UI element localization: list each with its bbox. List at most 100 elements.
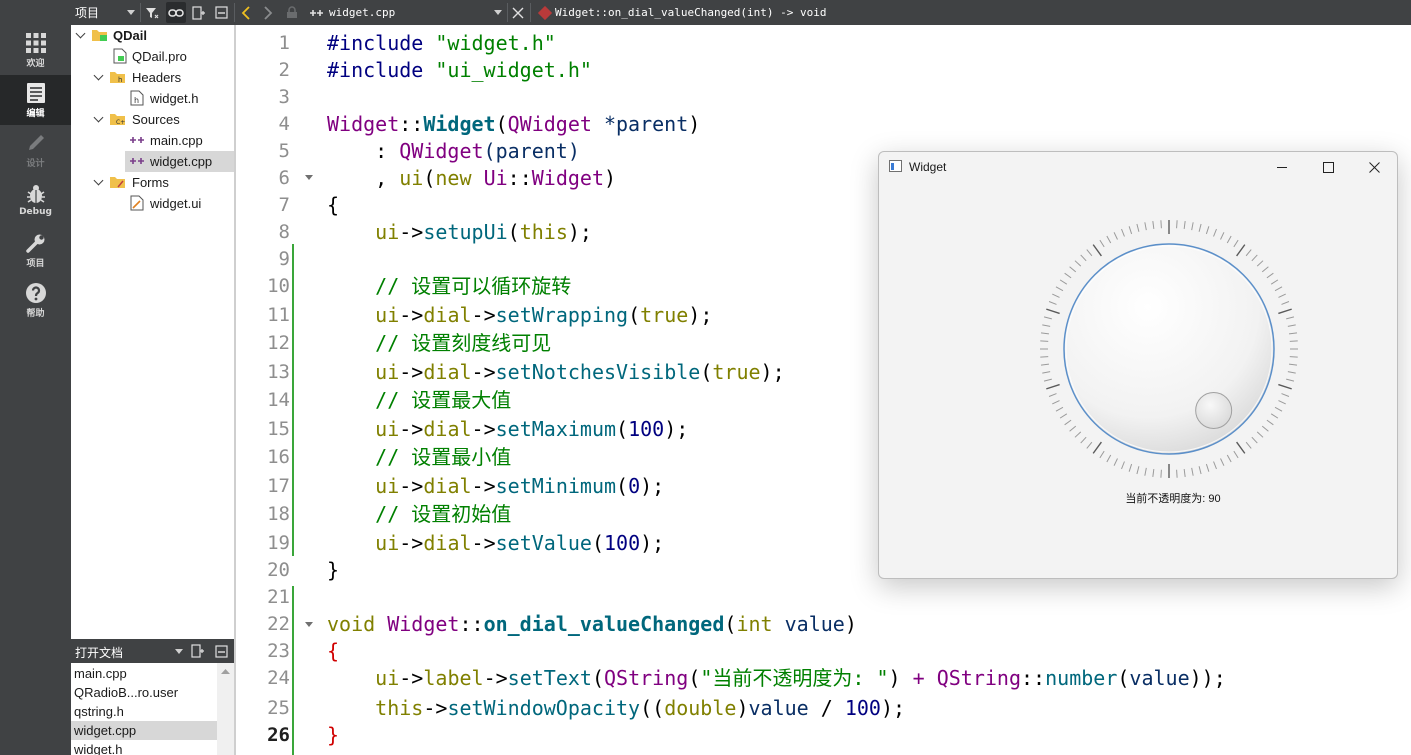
dial-notch (1266, 272, 1274, 279)
close-icon (1368, 161, 1380, 173)
close-button[interactable] (1351, 152, 1397, 182)
line-number: 10 (267, 275, 290, 297)
project-view-selector[interactable]: 项目 (75, 0, 99, 25)
fold-marker-icon[interactable] (305, 622, 313, 627)
dial-notch (1226, 235, 1232, 244)
widget-window[interactable]: Widget 当前不透明度为: 90 (878, 151, 1398, 579)
header-file-icon: h (130, 90, 144, 106)
line-number: 2 (278, 59, 290, 81)
line-number: 6 (278, 167, 290, 189)
filter-icon[interactable] (145, 0, 159, 25)
dial-notch (1092, 244, 1102, 257)
minimize-button[interactable] (1259, 152, 1305, 182)
dial-notch (1278, 308, 1292, 315)
tree-project-qdail[interactable]: QDail (71, 25, 234, 46)
line-number-gutter: 1 2 3 4 5 6 7 8 9 10 11 12 13 14 15 16 1… (236, 25, 292, 755)
dial[interactable] (1034, 214, 1304, 484)
dial-notch (1099, 450, 1105, 459)
dial-notch (1099, 239, 1105, 248)
mode-welcome[interactable]: 欢迎 (0, 25, 71, 75)
list-item[interactable]: qstring.h (71, 702, 217, 721)
tree-item-widget-ui[interactable]: widget.ui (71, 193, 234, 214)
tree-item-widget-cpp[interactable]: widget.cpp (125, 151, 234, 172)
chevron-down-icon[interactable] (93, 70, 104, 81)
code-line: } (327, 558, 340, 582)
dial-notch (1274, 286, 1283, 292)
back-arrow-icon[interactable] (241, 0, 251, 25)
mode-projects[interactable]: 项目 (0, 225, 71, 275)
tree-item-widget-h[interactable]: h widget.h (71, 88, 234, 109)
close-pane-icon[interactable] (215, 0, 228, 25)
chevron-down-icon[interactable] (175, 649, 183, 654)
function-path-label: Widget::on_dial_valueChanged(int) -> voi… (555, 6, 827, 19)
code-line: Widget::Widget(QWidget *parent) (327, 112, 701, 136)
tree-item-main-cpp[interactable]: main.cpp (71, 130, 234, 151)
close-icon[interactable] (512, 0, 524, 25)
forward-arrow-icon[interactable] (263, 0, 273, 25)
line-number: 22 (267, 613, 290, 635)
project-tree: QDail QDail.pro h Headers h widget.h C+ … (71, 25, 234, 639)
folder-qt-icon (91, 27, 108, 42)
dial-notch (1092, 441, 1102, 454)
dial-notch (1042, 371, 1051, 374)
scrollbar[interactable] (217, 663, 234, 755)
line-number: 7 (278, 194, 290, 216)
dial-notch (1055, 286, 1064, 292)
window-titlebar[interactable]: Widget (879, 152, 1397, 182)
chevron-down-icon[interactable] (127, 0, 135, 25)
scroll-up-icon[interactable] (217, 666, 234, 678)
chevron-down-icon[interactable] (494, 0, 502, 25)
list-item[interactable]: QRadioB...ro.user (71, 683, 217, 702)
dial-notch (1278, 293, 1286, 298)
dial-notch (1152, 468, 1155, 478)
line-number-current: 26 (267, 724, 290, 746)
tree-folder-headers[interactable]: h Headers (71, 67, 234, 88)
dial-notch (1059, 413, 1068, 419)
pencil-icon (28, 134, 44, 150)
app-icon (889, 160, 902, 175)
document-icon (26, 82, 45, 103)
fold-marker-icon[interactable] (305, 175, 313, 180)
dial-notch (1270, 279, 1279, 285)
function-selector[interactable]: Widget::on_dial_valueChanged(int) -> voi… (555, 0, 827, 25)
tree-item-pro[interactable]: QDail.pro (71, 46, 234, 67)
dial-notch (1198, 466, 1202, 475)
split-icon[interactable] (192, 0, 206, 25)
line-number: 24 (267, 667, 290, 689)
chevron-down-icon[interactable] (93, 112, 104, 123)
mode-debug[interactable]: Debug (0, 175, 71, 225)
file-tab-label: widget.cpp (329, 6, 396, 19)
list-item[interactable]: main.cpp (71, 664, 217, 683)
dial-notch (1245, 249, 1252, 257)
dial-notch (1251, 436, 1258, 444)
list-item[interactable]: widget.h (71, 740, 217, 755)
dial-notch (1128, 226, 1133, 235)
split-icon[interactable] (191, 644, 205, 661)
chevron-down-icon[interactable] (75, 28, 86, 39)
wrench-icon (25, 234, 44, 253)
project-selector-label: 项目 (75, 6, 100, 20)
close-pane-icon[interactable] (215, 645, 228, 661)
chevron-down-icon[interactable] (93, 175, 104, 186)
tree-folder-forms[interactable]: Forms (71, 172, 234, 193)
open-file-tab[interactable]: widget.cpp (329, 0, 395, 25)
code-line: ui->dial->setMinimum(0); (375, 474, 665, 498)
link-icon[interactable] (166, 2, 186, 23)
mode-help[interactable]: 帮助 (0, 275, 71, 325)
dial-handle[interactable] (1195, 391, 1233, 429)
tree-folder-sources[interactable]: C+ Sources (71, 109, 234, 130)
maximize-button[interactable] (1305, 152, 1351, 182)
dial-notch (1281, 393, 1290, 397)
dial-notch (1046, 383, 1060, 390)
list-item[interactable]: widget.cpp (71, 721, 217, 740)
code-line: ui->dial->setValue(100); (375, 531, 665, 555)
window-title: Widget (909, 160, 947, 174)
dial-notch (1256, 260, 1264, 267)
dial-knob[interactable] (1063, 243, 1275, 455)
dial-notch (1128, 463, 1133, 472)
line-number: 20 (267, 559, 290, 581)
mode-design[interactable]: 设计 (0, 125, 71, 175)
mode-edit[interactable]: 编辑 (0, 75, 71, 125)
function-icon (538, 0, 552, 25)
dial-notch (1266, 419, 1274, 426)
